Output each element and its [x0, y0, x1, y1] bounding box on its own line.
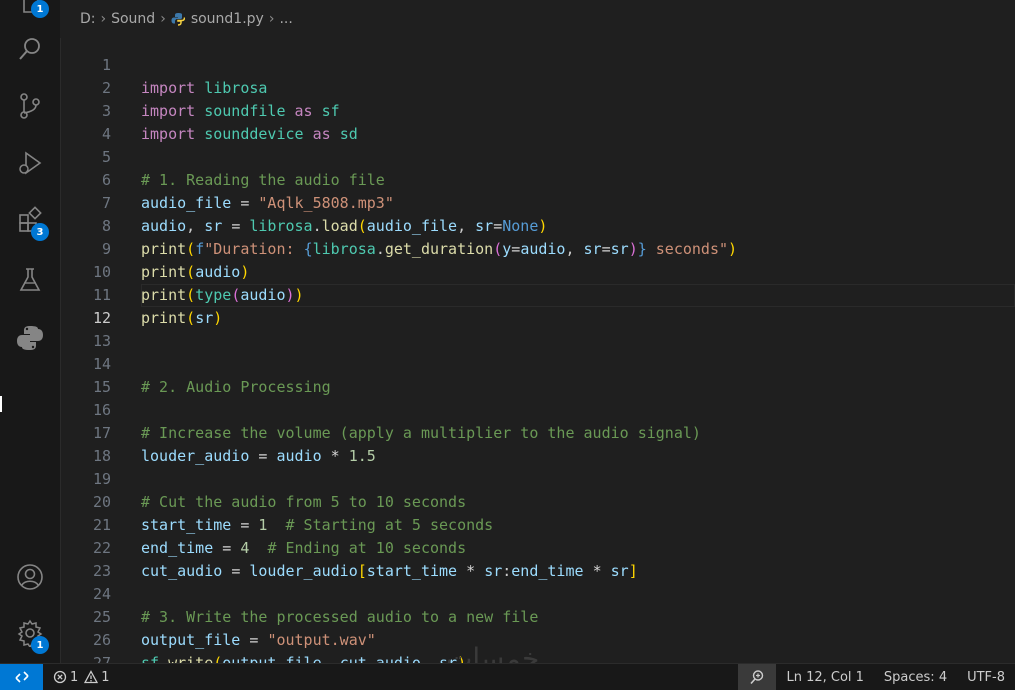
problems-indicator[interactable]: 1 1: [53, 670, 116, 685]
python-icon: [17, 326, 43, 350]
error-icon: [53, 670, 67, 684]
encoding[interactable]: UTF-8: [957, 664, 1015, 690]
python-button[interactable]: [0, 313, 60, 363]
testing-button[interactable]: [0, 255, 60, 305]
code-line[interactable]: 5 # 1. Reading the audio file: [60, 123, 1015, 189]
flask-icon: [19, 268, 41, 291]
extensions-button[interactable]: 3: [0, 195, 60, 245]
breadcrumb-more[interactable]: ...: [279, 11, 292, 27]
code-line[interactable]: 10 print(type(audio)): [60, 238, 1015, 304]
warning-icon: [84, 670, 99, 684]
code-line[interactable]: 15: [60, 353, 1015, 396]
remote-button[interactable]: [0, 664, 43, 690]
code-line[interactable]: 21 end_time = 4 # Ending at 10 seconds: [60, 491, 1015, 557]
code-line[interactable]: 22 cut_audio = louder_audio[start_time *…: [60, 514, 1015, 580]
python-file-icon: [171, 13, 185, 26]
code-line[interactable]: 18: [60, 422, 1015, 465]
remote-icon: [14, 671, 29, 683]
code-line[interactable]: 24 # 3. Write the processed audio to a n…: [60, 560, 1015, 626]
cursor-position[interactable]: Ln 12, Col 1: [776, 664, 873, 690]
code-line[interactable]: 20 start_time = 1 # Starting at 5 second…: [60, 468, 1015, 534]
code-editor[interactable]: 1 import librosa 2 import soundfile as s…: [60, 31, 1015, 664]
code-line[interactable]: 11 print(sr): [60, 261, 1015, 327]
zoom-button[interactable]: [738, 664, 777, 690]
code-line[interactable]: 13: [60, 307, 1015, 350]
indentation[interactable]: Spaces: 4: [874, 664, 957, 690]
manage-button[interactable]: 1: [0, 608, 60, 658]
code-line[interactable]: 14 # 2. Audio Processing: [60, 330, 1015, 396]
chevron-right-icon: ›: [100, 11, 107, 27]
account-icon: [17, 564, 43, 590]
code-line[interactable]: 2 import soundfile as sf: [60, 54, 1015, 120]
code-line[interactable]: 8 print(f"Duration: {librosa.get_duratio…: [60, 192, 1015, 258]
accounts-button[interactable]: [0, 552, 60, 602]
code-line[interactable]: 7 audio, sr = librosa.load(audio_file, s…: [60, 169, 1015, 235]
run-debug-button[interactable]: [0, 138, 60, 188]
active-indicator: [0, 396, 2, 412]
chevron-right-icon: ›: [268, 11, 275, 27]
code-line[interactable]: 3 import sounddevice as sd: [60, 77, 1015, 143]
source-control-icon: [20, 93, 40, 119]
settings-badge: 1: [31, 636, 49, 654]
warning-count: 1: [101, 669, 110, 685]
code-line[interactable]: 25 output_file = "output.wav": [60, 583, 1015, 649]
error-count: 1: [70, 669, 79, 685]
code-line[interactable]: 9 print(audio): [60, 215, 1015, 281]
code-line-current[interactable]: 12: [60, 284, 1015, 327]
code-line[interactable]: 6 audio_file = "Aqlk_5808.mp3": [60, 146, 1015, 212]
breadcrumb-file[interactable]: sound1.py: [191, 11, 264, 27]
code-line[interactable]: 26 sf.write(output_file, cut_audio, sr): [60, 606, 1015, 664]
code-line[interactable]: 4: [60, 100, 1015, 143]
activity-bar: 1 3 1: [0, 0, 61, 664]
code-line[interactable]: 19 # Cut the audio from 5 to 10 seconds: [60, 445, 1015, 511]
code-line[interactable]: 23: [60, 537, 1015, 580]
breadcrumb-drive[interactable]: D:: [80, 11, 96, 27]
code-line[interactable]: 16 # Increase the volume (apply a multip…: [60, 376, 1015, 442]
extensions-badge: 3: [31, 223, 49, 241]
run-debug-icon: [19, 151, 42, 175]
search-icon: [19, 38, 40, 60]
breadcrumb-folder[interactable]: Sound: [111, 11, 155, 27]
explorer-badge: 1: [31, 0, 49, 18]
status-bar: 1 1 Ln 12, Col 1 Spaces: 4 UTF-8: [0, 663, 1015, 690]
chevron-right-icon: ›: [160, 11, 166, 27]
zoom-in-icon: [750, 670, 764, 685]
code-line[interactable]: 27: [60, 629, 1015, 664]
code-line[interactable]: 17 louder_audio = audio * 1.5: [60, 399, 1015, 465]
search-button[interactable]: [0, 24, 60, 74]
source-control-button[interactable]: [0, 81, 60, 131]
code-line[interactable]: 1 import librosa: [60, 31, 1015, 97]
